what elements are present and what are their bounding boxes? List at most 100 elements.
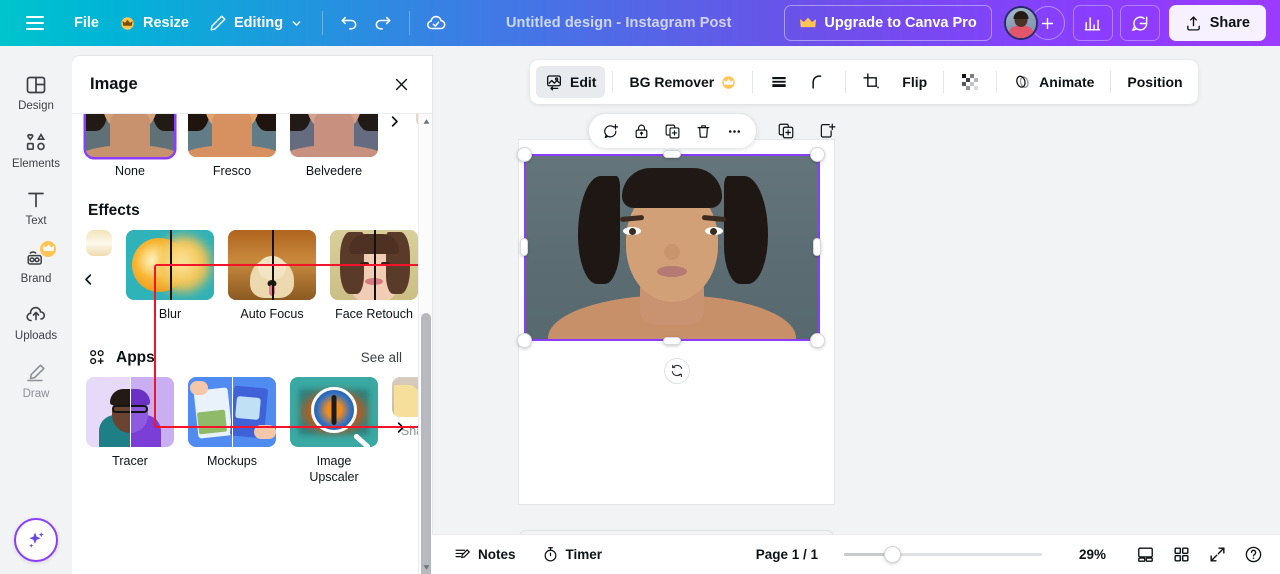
share-button[interactable]: Share [1168,5,1266,41]
toolbar-crop-button[interactable] [853,66,891,98]
toolbar-position-button[interactable]: Position [1118,66,1191,98]
canvas-area[interactable]: + Add page [432,46,1280,568]
duplicate-page-button[interactable] [772,118,799,145]
toolbar-corner-radius-button[interactable] [800,66,838,98]
editing-mode-button[interactable]: Editing [199,7,313,39]
sidebar-item-draw[interactable]: Draw [4,352,68,410]
toolbar-edit-button[interactable]: Edit [536,66,606,98]
toolbar-animate-button[interactable]: Animate [1004,66,1103,98]
add-page-icon-button[interactable] [813,118,840,145]
resize-handle-bottom-right[interactable] [810,333,825,348]
design-layout-icon [24,73,48,97]
undo-button[interactable] [332,6,366,40]
effects-title: Effects [88,201,140,219]
redo-button[interactable] [366,6,400,40]
chevron-right-icon [393,420,408,435]
resize-handle-top-left[interactable] [517,147,532,162]
sidebar-item-uploads[interactable]: Uploads [4,294,68,352]
apps-see-all-link[interactable]: See all [361,350,402,365]
crown-icon [721,75,736,89]
main-menu-button[interactable] [18,6,52,40]
resize-handle-bottom[interactable] [663,337,681,345]
toolbar-transparency-checker-button[interactable] [951,66,989,98]
notes-button[interactable]: Notes [444,540,526,570]
apps-row: Tracer Mockups Image Upscaler Sha [72,377,432,485]
add-comment-button[interactable] [597,118,624,145]
page-view-button[interactable] [1130,540,1160,570]
toolbar-flip-button[interactable]: Flip [893,66,936,98]
magic-studio-button[interactable] [14,518,58,562]
duplicate-page-icon [777,122,795,140]
app-card-image-upscaler[interactable]: Image Upscaler [290,377,378,485]
sidebar-item-elements[interactable]: Elements [4,122,68,180]
divider [409,11,411,35]
corner-radius-icon [809,72,829,92]
resize-handle-bottom-left[interactable] [517,333,532,348]
document-title: Untitled design - Instagram Post [505,15,732,31]
page-indicator: Page 1 / 1 [755,547,818,562]
resize-button[interactable]: Resize [109,7,199,39]
delete-button[interactable] [690,118,717,145]
resize-handle-top-right[interactable] [810,147,825,162]
toolbar-bg-remover-button[interactable]: BG Remover [620,66,745,98]
duplicate-button[interactable] [659,118,686,145]
effect-card-blur[interactable]: Blur [126,229,214,323]
cloud-save-button[interactable] [419,6,453,40]
scrollbar-track[interactable] [419,128,432,574]
lock-button[interactable] [628,118,655,145]
sidebar-item-design[interactable]: Design [4,64,68,122]
comments-button[interactable] [1119,5,1160,41]
effect-thumbnail [86,229,112,256]
zoom-level-label: 29% [1078,547,1106,562]
effect-card-autofocus[interactable]: Auto Focus [228,229,316,323]
insights-button[interactable] [1072,5,1113,41]
scroll-down-arrow[interactable] [419,560,432,574]
sidebar-item-text[interactable]: Text [4,179,68,237]
app-thumbnail [290,377,378,448]
refresh-image-button[interactable] [663,358,690,384]
app-label: Tracer [112,454,148,469]
apps-header: Apps See all [72,348,418,367]
toolbar-flip-label: Flip [902,74,928,90]
expand-fullscreen-icon [1208,545,1227,564]
toolbar-transparency-button[interactable] [760,66,798,98]
hamburger-icon [26,16,44,30]
effect-card-faceretouch[interactable]: Face Retouch [330,229,418,323]
slider-knob[interactable] [884,546,901,563]
help-button[interactable] [1238,540,1268,570]
scrollbar-thumb[interactable] [421,313,431,574]
shapes-icon [24,131,48,155]
file-menu-button[interactable]: File [64,7,109,39]
app-card-tracer[interactable]: Tracer [86,377,174,485]
scroll-up-arrow[interactable] [419,114,432,128]
grid-view-button[interactable] [1166,540,1196,570]
resize-label: Resize [142,15,189,31]
upload-cloud-icon [24,303,48,327]
comment-bubble-icon [1130,14,1149,33]
upgrade-to-pro-button[interactable]: Upgrade to Canva Pro [784,5,992,41]
timer-button[interactable]: Timer [532,540,613,570]
effects-row: Blur Auto Focus Face Retouch [72,229,418,323]
zoom-slider[interactable] [844,546,1042,563]
filter-label: None [115,164,145,178]
element-context-toolbar [589,114,756,148]
file-label: File [74,15,99,31]
app-card-mockups[interactable]: Mockups [188,377,276,485]
pen-draw-icon [24,361,48,385]
effects-prev-button[interactable] [74,266,102,294]
fullscreen-button[interactable] [1202,540,1232,570]
resize-handle-left[interactable] [520,238,528,256]
undo-icon [339,13,359,33]
sidebar-item-brand[interactable]: Brand [4,237,68,295]
resize-handle-top[interactable] [663,150,681,158]
more-options-button[interactable] [721,118,748,145]
filters-next-button[interactable] [380,107,408,135]
design-page[interactable] [517,140,834,504]
close-panel-button[interactable] [388,72,414,98]
panel-scrollbar[interactable] [418,114,432,574]
effect-thumbnail [330,229,418,300]
avatar[interactable] [1003,6,1038,40]
portrait-image[interactable] [524,154,820,341]
resize-handle-right[interactable] [813,238,821,256]
panel-title: Image [90,75,138,93]
